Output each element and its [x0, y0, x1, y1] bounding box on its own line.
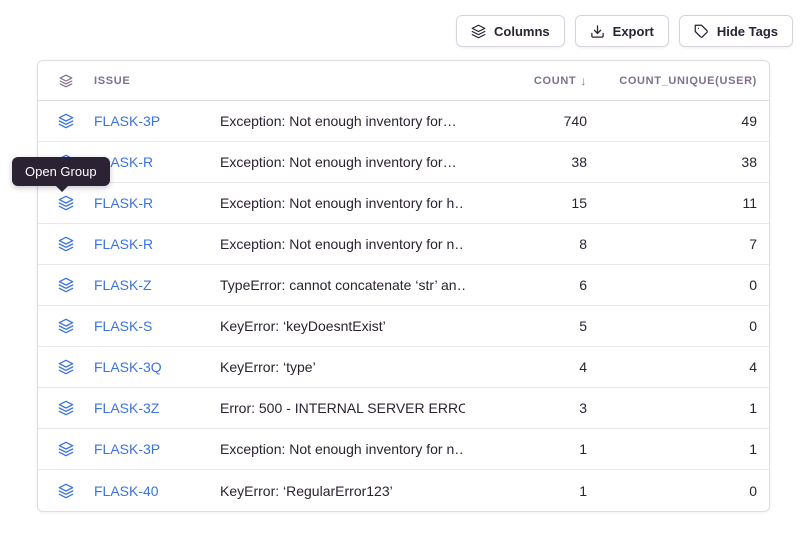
issue-layers-icon[interactable] [38, 277, 94, 293]
table-row: FLASK-S KeyError: ‘keyDoesntExist’ 5 0 [38, 306, 769, 347]
issue-link[interactable]: FLASK-3Z [94, 400, 220, 416]
issue-link[interactable]: FLASK-S [94, 318, 220, 334]
issue-title: TypeError: cannot concatenate ‘str’ an… [220, 277, 465, 293]
issue-link[interactable]: FLASK-3P [94, 113, 220, 129]
count-unique-value: 1 [587, 441, 769, 457]
issue-title: Exception: Not enough inventory for… [220, 113, 465, 129]
issue-layers-icon[interactable] [38, 483, 94, 499]
open-group-tooltip-label: Open Group [25, 164, 97, 179]
sort-desc-icon: ↓ [580, 74, 587, 88]
issue-layers-icon[interactable] [38, 359, 94, 375]
issue-title: Error: 500 - INTERNAL SERVER ERROR [220, 400, 465, 416]
count-value: 4 [465, 359, 587, 375]
table-row: FLASK-Z TypeError: cannot concatenate ‘s… [38, 265, 769, 306]
table-body: FLASK-3P Exception: Not enough inventory… [38, 101, 769, 511]
issue-title: Exception: Not enough inventory for n… [220, 441, 465, 457]
tag-icon [694, 24, 709, 39]
count-value: 15 [465, 195, 587, 211]
issue-title: Exception: Not enough inventory for h… [220, 195, 465, 211]
header-issue[interactable]: ISSUE [94, 75, 220, 87]
count-value: 3 [465, 400, 587, 416]
issues-table-page: Columns Export Hide Tags [0, 0, 807, 538]
issue-title: Exception: Not enough inventory for n… [220, 236, 465, 252]
issue-link[interactable]: FLASK-R [94, 195, 220, 211]
count-value: 38 [465, 154, 587, 170]
issue-link[interactable]: FLASK-R [94, 236, 220, 252]
count-unique-value: 38 [587, 154, 769, 170]
issue-link[interactable]: FLASK-R [94, 154, 220, 170]
table-row: FLASK-3Z Error: 500 - INTERNAL SERVER ER… [38, 388, 769, 429]
table-row: FLASK-40 KeyError: ‘RegularError123’ 1 0 [38, 470, 769, 511]
count-unique-value: 7 [587, 236, 769, 252]
hide-tags-button-label: Hide Tags [717, 24, 778, 39]
table-row: FLASK-R Exception: Not enough inventory … [38, 224, 769, 265]
count-unique-value: 0 [587, 277, 769, 293]
count-value: 6 [465, 277, 587, 293]
count-value: 740 [465, 113, 587, 129]
count-value: 8 [465, 236, 587, 252]
issue-layers-icon[interactable] [38, 236, 94, 252]
issue-title: KeyError: ‘keyDoesntExist’ [220, 318, 465, 334]
count-unique-value: 0 [587, 483, 769, 499]
issue-link[interactable]: FLASK-3Q [94, 359, 220, 375]
columns-button[interactable]: Columns [456, 15, 565, 47]
toolbar: Columns Export Hide Tags [456, 15, 793, 47]
issue-title: KeyError: ‘RegularError123’ [220, 483, 465, 499]
count-unique-value: 49 [587, 113, 769, 129]
table-row: FLASK-3Q KeyError: ‘type’ 4 4 [38, 347, 769, 388]
count-value: 5 [465, 318, 587, 334]
export-button-label: Export [613, 24, 654, 39]
issues-table: ISSUE COUNT ↓ COUNT_UNIQUE(USER) FLASK-3… [37, 60, 770, 512]
table-header-row: ISSUE COUNT ↓ COUNT_UNIQUE(USER) [38, 61, 769, 101]
header-count-label: COUNT [534, 75, 576, 87]
table-row: FLASK-3P Exception: Not enough inventory… [38, 101, 769, 142]
header-count[interactable]: COUNT ↓ [465, 74, 587, 88]
issue-layers-icon[interactable] [38, 400, 94, 416]
count-unique-value: 11 [587, 195, 769, 211]
count-unique-value: 1 [587, 400, 769, 416]
issue-link[interactable]: FLASK-Z [94, 277, 220, 293]
export-button[interactable]: Export [575, 15, 669, 47]
open-group-tooltip: Open Group [12, 157, 110, 186]
hide-tags-button[interactable]: Hide Tags [679, 15, 793, 47]
issue-link[interactable]: FLASK-3P [94, 441, 220, 457]
issue-link[interactable]: FLASK-40 [94, 483, 220, 499]
issue-layers-icon[interactable] [38, 441, 94, 457]
table-row: FLASK-R Exception: Not enough inventory … [38, 142, 769, 183]
header-count-unique[interactable]: COUNT_UNIQUE(USER) [587, 75, 769, 87]
table-row: FLASK-3P Exception: Not enough inventory… [38, 429, 769, 470]
columns-button-label: Columns [494, 24, 550, 39]
layers-icon [471, 24, 486, 39]
issue-header-icon [38, 74, 94, 88]
issue-title: Exception: Not enough inventory for… [220, 154, 465, 170]
count-unique-value: 0 [587, 318, 769, 334]
count-value: 1 [465, 483, 587, 499]
table-row: FLASK-R Exception: Not enough inventory … [38, 183, 769, 224]
issue-layers-icon[interactable] [38, 318, 94, 334]
count-unique-value: 4 [587, 359, 769, 375]
download-icon [590, 24, 605, 39]
count-value: 1 [465, 441, 587, 457]
issue-layers-icon[interactable] [38, 113, 94, 129]
issue-title: KeyError: ‘type’ [220, 359, 465, 375]
